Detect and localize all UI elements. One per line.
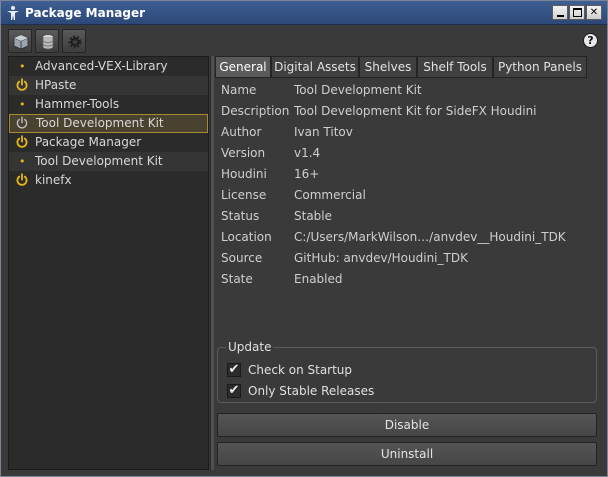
- detail-label: License: [221, 188, 267, 202]
- package-label: Tool Development Kit: [36, 116, 164, 130]
- packages-button[interactable]: [8, 29, 32, 53]
- package-label: Advanced-VEX-Library: [35, 59, 168, 73]
- detail-label: Author: [221, 125, 262, 139]
- close-button[interactable]: ✕: [586, 5, 602, 20]
- bullet-icon: •: [19, 60, 26, 73]
- power-icon: [16, 173, 28, 186]
- houdini-figure-icon: [5, 5, 21, 21]
- list-item[interactable]: Package Manager: [9, 133, 208, 152]
- maximize-button[interactable]: [569, 5, 585, 20]
- detail-label: Source: [221, 251, 263, 265]
- bullet-icon: •: [19, 98, 26, 111]
- checkbox-label: Check on Startup: [248, 363, 353, 377]
- maximize-icon: [573, 8, 582, 17]
- detail-label: Houdini: [221, 167, 267, 181]
- detail-label: Status: [221, 209, 260, 223]
- package-label: Hammer-Tools: [35, 97, 120, 111]
- checkbox-label: Only Stable Releases: [248, 384, 375, 398]
- minimize-icon: [557, 15, 564, 17]
- help-button[interactable]: ?: [583, 33, 598, 48]
- database-button[interactable]: [35, 29, 59, 53]
- detail-row-author: Author Ivan Titov: [221, 123, 601, 144]
- detail-label: Description: [221, 104, 290, 118]
- detail-value: GitHub: anvdev/Houdini_TDK: [294, 251, 468, 265]
- title-bar[interactable]: Package Manager ✕: [1, 1, 607, 25]
- power-icon: [16, 116, 28, 129]
- detail-value: Enabled: [294, 272, 343, 286]
- tab-shelves[interactable]: Shelves: [359, 56, 417, 78]
- window-title: Package Manager: [25, 6, 145, 20]
- detail-value: Ivan Titov: [294, 125, 353, 139]
- disable-button[interactable]: Disable: [217, 413, 597, 437]
- checkmark-icon[interactable]: ✔: [227, 384, 241, 398]
- detail-label: State: [221, 272, 253, 286]
- package-label: HPaste: [35, 78, 77, 92]
- gear-icon: [68, 35, 82, 49]
- list-item[interactable]: kinefx: [9, 171, 208, 190]
- update-group-title: Update: [226, 340, 274, 354]
- detail-row-status: Status Stable: [221, 207, 601, 228]
- power-icon: [16, 135, 28, 148]
- detail-value: Tool Development Kit for SideFX Houdini: [294, 104, 537, 118]
- tab-shelf-tools[interactable]: Shelf Tools: [417, 56, 493, 78]
- uninstall-button[interactable]: Uninstall: [217, 442, 597, 466]
- detail-row-houdini: Houdini 16+: [221, 165, 601, 186]
- detail-label: Location: [221, 230, 272, 244]
- detail-row-source: Source GitHub: anvdev/Houdini_TDK: [221, 249, 601, 270]
- tab-general[interactable]: General: [215, 56, 271, 78]
- package-label: Package Manager: [35, 135, 142, 149]
- close-icon: ✕: [589, 7, 599, 18]
- detail-label: Version: [221, 146, 266, 160]
- list-item[interactable]: • Advanced-VEX-Library: [9, 57, 208, 76]
- detail-value: 16+: [294, 167, 320, 181]
- list-item[interactable]: HPaste: [9, 76, 208, 95]
- package-label: kinefx: [35, 173, 72, 187]
- detail-row-location: Location C:/Users/MarkWilson…/anvdev__Ho…: [221, 228, 601, 249]
- detail-value: Commercial: [294, 188, 366, 202]
- detail-row-state: State Enabled: [221, 270, 601, 291]
- detail-value: Tool Development Kit: [294, 83, 422, 97]
- detail-row-name: Name Tool Development Kit: [221, 81, 601, 102]
- update-group: Update ✔ Check on Startup ✔ Only Stable …: [217, 340, 597, 403]
- detail-row-description: Description Tool Development Kit for Sid…: [221, 102, 601, 123]
- power-icon: [16, 78, 28, 91]
- detail-value: v1.4: [294, 146, 321, 160]
- bullet-icon: •: [19, 155, 26, 168]
- toolbar: ?: [2, 26, 606, 56]
- database-icon: [42, 35, 54, 50]
- package-cube-icon: [13, 34, 29, 50]
- detail-value: Stable: [294, 209, 333, 223]
- list-item-selected[interactable]: Tool Development Kit: [9, 114, 208, 133]
- list-item[interactable]: • Tool Development Kit: [9, 152, 208, 171]
- detail-label: Name: [221, 83, 257, 97]
- detail-row-version: Version v1.4: [221, 144, 601, 165]
- panel-splitter[interactable]: [210, 56, 214, 470]
- settings-button[interactable]: [62, 29, 86, 53]
- package-label: Tool Development Kit: [35, 154, 163, 168]
- minimize-button[interactable]: [552, 5, 568, 20]
- tab-python-panels[interactable]: Python Panels: [493, 56, 587, 78]
- tab-digital-assets[interactable]: Digital Assets: [271, 56, 359, 78]
- package-list[interactable]: • Advanced-VEX-Library HPaste • Hammer-T…: [8, 56, 209, 470]
- detail-value: C:/Users/MarkWilson…/anvdev__Houdini_TDK: [294, 230, 566, 244]
- list-item[interactable]: • Hammer-Tools: [9, 95, 208, 114]
- detail-row-license: License Commercial: [221, 186, 601, 207]
- checkmark-icon[interactable]: ✔: [227, 363, 241, 377]
- package-manager-window: Package Manager ✕ ? • Advanced-VEX-Libra…: [0, 0, 608, 477]
